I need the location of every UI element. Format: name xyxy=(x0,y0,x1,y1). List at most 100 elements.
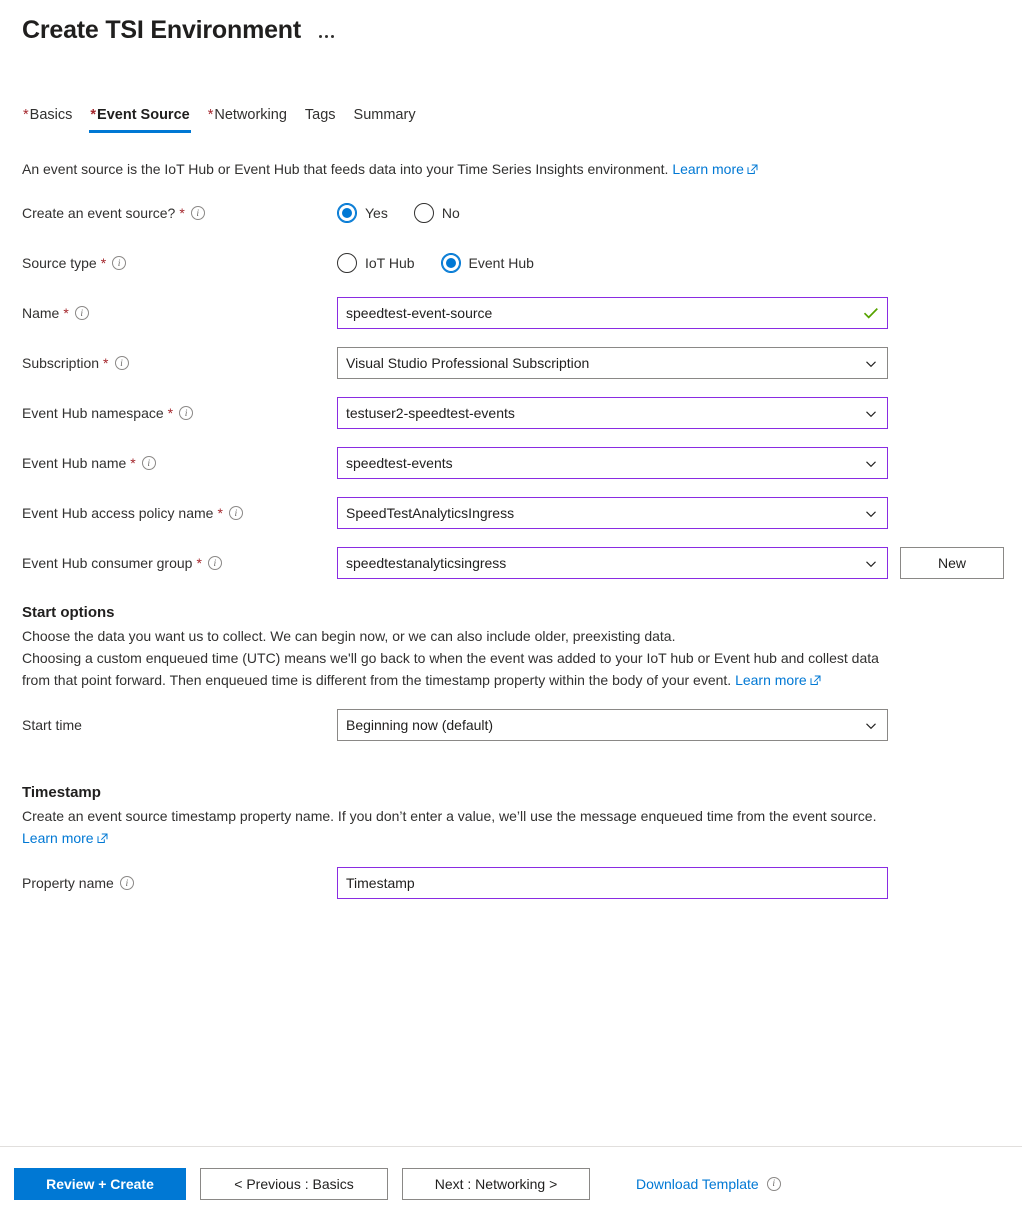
subscription-dropdown[interactable]: Visual Studio Professional Subscription xyxy=(337,347,888,379)
external-link-icon xyxy=(747,160,758,180)
new-consumer-group-button[interactable]: New xyxy=(900,547,1004,579)
start-options-desc-line1: Choose the data you want us to collect. … xyxy=(22,628,676,644)
wizard-tabs: *Basics *Event Source *Networking Tags S… xyxy=(0,99,1022,133)
radio-label: IoT Hub xyxy=(365,255,415,271)
section-title-timestamp: Timestamp xyxy=(22,784,101,801)
field-row-event-hub-consumer-group: Event Hub consumer group * i speedtestan… xyxy=(22,546,1004,580)
field-row-event-hub-name: Event Hub name * i speedtest-events xyxy=(22,446,1000,480)
intro-text: An event source is the IoT Hub or Event … xyxy=(22,159,1000,180)
tab-summary[interactable]: Summary xyxy=(345,106,425,133)
field-row-subscription: Subscription * i Visual Studio Professio… xyxy=(22,346,1000,380)
field-label-event-hub-access-policy-name: Event Hub access policy name * i xyxy=(22,504,337,522)
external-link-icon xyxy=(97,828,108,850)
radio-label: Yes xyxy=(365,205,388,221)
info-icon[interactable]: i xyxy=(190,206,205,220)
info-icon[interactable]: i xyxy=(179,406,194,420)
info-icon[interactable]: i xyxy=(207,556,222,570)
required-asterisk: * xyxy=(196,555,202,571)
field-label-property-name: Property name i xyxy=(22,874,337,892)
info-icon[interactable]: i xyxy=(112,256,127,270)
page-title: Create TSI Environment xyxy=(22,16,301,44)
info-icon[interactable]: i xyxy=(74,306,89,320)
radio-option-iot-hub[interactable]: IoT Hub xyxy=(337,253,415,273)
tab-label: Event Source xyxy=(97,107,190,123)
radio-option-yes[interactable]: Yes xyxy=(337,203,388,223)
dropdown-value: Beginning now (default) xyxy=(346,717,494,733)
review-create-button[interactable]: Review + Create xyxy=(14,1167,186,1200)
learn-more-link-start-options[interactable]: Learn more xyxy=(735,672,807,688)
input-value: Timestamp xyxy=(346,875,415,891)
required-asterisk: * xyxy=(130,455,136,471)
field-label-create-event-source: Create an event source? * i xyxy=(22,204,337,222)
chevron-down-icon xyxy=(865,357,877,369)
label-text: Name xyxy=(22,305,60,321)
next-button[interactable]: Next : Networking > xyxy=(402,1167,590,1200)
field-row-property-name: Property name i Timestamp xyxy=(22,866,1000,900)
tab-label: Summary xyxy=(353,107,416,123)
required-asterisk: * xyxy=(100,255,107,271)
ellipsis-icon[interactable] xyxy=(319,16,334,44)
radio-option-no[interactable]: No xyxy=(413,203,460,223)
tab-label: Tags xyxy=(304,107,336,123)
info-icon[interactable]: i xyxy=(119,876,134,890)
label-text: Event Hub consumer group xyxy=(22,555,193,571)
radio-dot-icon xyxy=(440,253,461,273)
event-hub-name-dropdown[interactable]: speedtest-events xyxy=(337,447,888,479)
tab-networking[interactable]: *Networking xyxy=(199,106,296,133)
dropdown-value: speedtest-events xyxy=(346,455,453,471)
field-label-event-hub-consumer-group: Event Hub consumer group * i xyxy=(22,554,337,572)
required-asterisk: * xyxy=(217,505,223,521)
info-icon[interactable]: i xyxy=(141,456,156,470)
label-text: Event Hub name xyxy=(22,455,127,471)
label-text: Event Hub namespace xyxy=(22,405,164,421)
dropdown-value: Visual Studio Professional Subscription xyxy=(346,355,590,371)
event-hub-namespace-dropdown[interactable]: testuser2-speedtest-events xyxy=(337,397,888,429)
tab-basics[interactable]: *Basics xyxy=(14,106,81,133)
previous-button[interactable]: < Previous : Basics xyxy=(200,1167,388,1200)
learn-more-link-intro[interactable]: Learn more xyxy=(672,161,744,177)
info-icon[interactable]: i xyxy=(114,356,129,370)
tab-event-source[interactable]: *Event Source xyxy=(81,106,198,133)
download-template-group: Download Template i xyxy=(636,1176,781,1192)
radio-option-event-hub[interactable]: Event Hub xyxy=(440,253,534,273)
page-header: Create TSI Environment xyxy=(0,0,1022,46)
radio-dot-icon xyxy=(337,203,357,223)
intro-description: An event source is the IoT Hub or Event … xyxy=(22,161,669,177)
dropdown-value: SpeedTestAnalyticsIngress xyxy=(346,505,515,521)
section-description-start-options: Choose the data you want us to collect. … xyxy=(22,625,897,692)
property-name-input[interactable]: Timestamp xyxy=(337,867,888,899)
field-row-event-hub-access-policy-name: Event Hub access policy name * i SpeedTe… xyxy=(22,496,1000,530)
name-input[interactable]: speedtest-event-source xyxy=(337,297,888,329)
input-value: speedtest-event-source xyxy=(346,305,493,321)
required-asterisk: * xyxy=(23,107,29,123)
required-asterisk: * xyxy=(103,355,109,371)
required-asterisk: * xyxy=(167,405,174,421)
field-row-event-hub-namespace: Event Hub namespace * i testuser2-speedt… xyxy=(22,396,1000,430)
event-hub-access-policy-dropdown[interactable]: SpeedTestAnalyticsIngress xyxy=(337,497,888,529)
info-icon[interactable]: i xyxy=(228,506,243,520)
section-description-timestamp: Create an event source timestamp propert… xyxy=(22,805,897,850)
required-asterisk: * xyxy=(63,305,69,321)
radio-group-source-type: IoT Hub Event Hub xyxy=(337,253,534,273)
field-label-subscription: Subscription * i xyxy=(22,354,337,372)
checkmark-icon xyxy=(863,306,879,320)
info-icon[interactable]: i xyxy=(766,1176,781,1191)
start-time-dropdown[interactable]: Beginning now (default) xyxy=(337,709,888,741)
tab-tags[interactable]: Tags xyxy=(296,106,345,133)
tab-label: Networking xyxy=(214,107,287,123)
field-row-source-type: Source type * i IoT Hub Event Hub xyxy=(22,246,1000,280)
chevron-down-icon xyxy=(865,457,877,469)
field-row-start-time: Start time Beginning now (default) xyxy=(22,708,1000,742)
radio-dot-icon xyxy=(413,203,434,223)
event-hub-consumer-group-dropdown[interactable]: speedtestanalyticsingress xyxy=(337,547,888,579)
form-content: An event source is the IoT Hub or Event … xyxy=(0,159,1022,900)
external-link-icon xyxy=(810,670,821,692)
required-asterisk: * xyxy=(207,107,214,123)
radio-dot-icon xyxy=(337,253,357,273)
link-label: Learn more xyxy=(672,161,744,177)
field-label-name: Name * i xyxy=(22,304,337,322)
label-text: Subscription xyxy=(22,355,100,371)
download-template-link[interactable]: Download Template xyxy=(636,1176,759,1192)
field-label-event-hub-namespace: Event Hub namespace * i xyxy=(22,404,337,422)
learn-more-link-timestamp[interactable]: Learn more xyxy=(22,830,94,846)
